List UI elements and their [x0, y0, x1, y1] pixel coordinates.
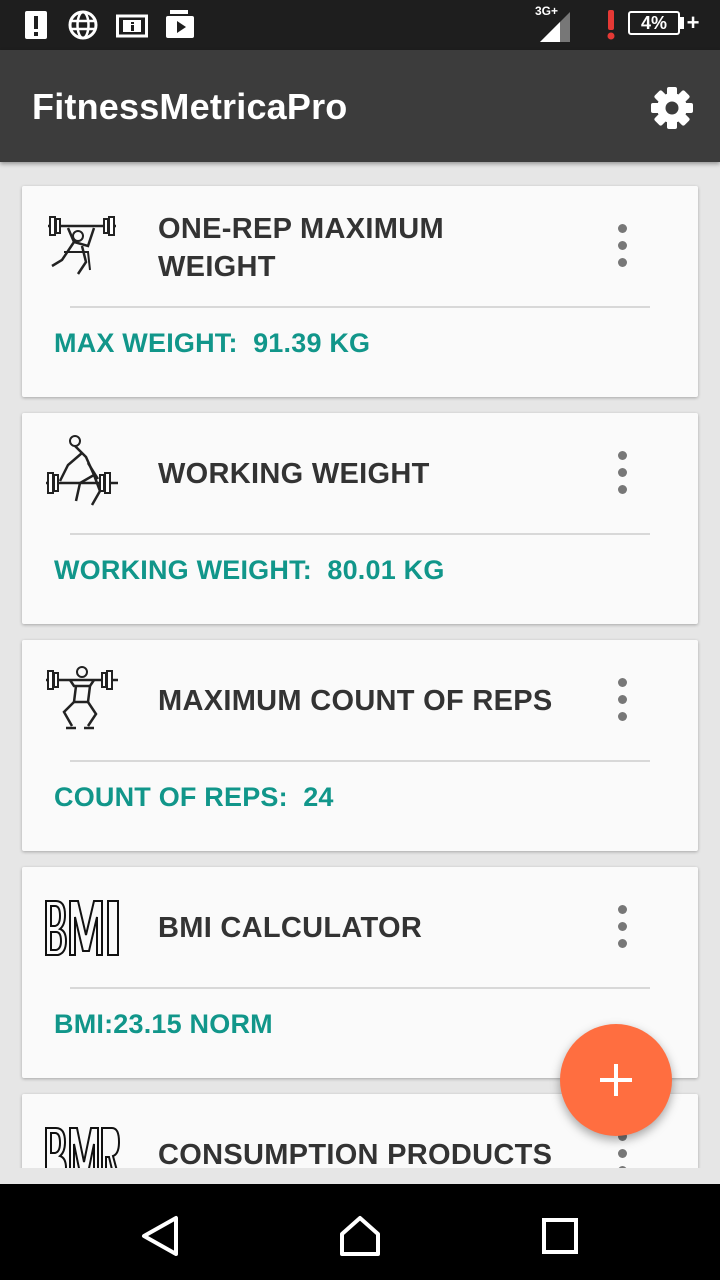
warning-icon: [607, 10, 615, 40]
more-vert-dot: [617, 451, 627, 460]
more-options-button[interactable]: [610, 1132, 634, 1168]
charging-icon: +: [686, 10, 700, 35]
navigation-bar: [0, 1184, 720, 1280]
app-title: FitnessMetricaPro: [32, 86, 348, 127]
squat-icon: [46, 666, 118, 730]
home-button[interactable]: [336, 1212, 384, 1260]
card-title: WORKING WEIGHT: [158, 458, 430, 490]
bmi-logo-icon: [45, 900, 119, 956]
deadlift-icon: [46, 435, 118, 506]
more-options-button[interactable]: [610, 678, 634, 726]
more-options-button[interactable]: [610, 224, 634, 272]
add-icon: [600, 1064, 632, 1096]
more-vert-dot: [617, 485, 627, 494]
status-bar: 3G+ 4% +: [0, 0, 720, 50]
back-button[interactable]: [136, 1212, 184, 1260]
card-working-weight[interactable]: WORKING WEIGHT WORKING WEIGHT: 80.01 KG: [22, 413, 698, 624]
more-vert-dot: [617, 922, 627, 931]
signal-icon: [540, 12, 570, 42]
recents-icon: [542, 1218, 578, 1254]
more-options-button[interactable]: [610, 451, 634, 499]
more-vert-dot: [617, 712, 627, 721]
home-icon: [340, 1216, 380, 1256]
more-options-button[interactable]: [610, 905, 634, 953]
card-one-rep-max[interactable]: ONE-REP MAXIMUM WEIGHT MAX WEIGHT: 91.39…: [22, 186, 698, 397]
divider: [70, 533, 650, 535]
card-value: WORKING WEIGHT: 80.01 KG: [54, 555, 445, 585]
more-vert-dot: [617, 695, 627, 704]
back-icon: [142, 1216, 178, 1256]
app-bar: FitnessMetricaPro: [0, 50, 720, 162]
bench-press-icon: [48, 216, 116, 275]
globe-icon: [68, 10, 98, 40]
recents-button[interactable]: [536, 1212, 584, 1260]
card-title: ONE-REP MAXIMUM WEIGHT: [158, 213, 444, 283]
divider: [70, 306, 650, 308]
more-vert-dot: [617, 468, 627, 477]
more-vert-dot: [617, 1166, 627, 1168]
add-button[interactable]: [560, 1024, 672, 1136]
gear-icon: [651, 87, 693, 129]
card-value: BMI:23.15 NORM: [54, 1009, 273, 1039]
settings-button[interactable]: [648, 84, 696, 132]
more-vert-dot: [617, 1149, 627, 1158]
more-vert-dot: [617, 241, 627, 250]
more-vert-dot: [617, 678, 627, 687]
card-title: CONSUMPTION PRODUCTS: [158, 1139, 553, 1168]
divider: [70, 760, 650, 762]
card-title: MAXIMUM COUNT OF REPS: [158, 685, 553, 717]
card-value: MAX WEIGHT: 91.39 KG: [54, 328, 371, 358]
more-vert-dot: [617, 258, 627, 267]
card-list[interactable]: ONE-REP MAXIMUM WEIGHT MAX WEIGHT: 91.39…: [0, 162, 720, 1168]
more-vert-dot: [617, 905, 627, 914]
divider: [70, 987, 650, 989]
card-max-reps[interactable]: MAXIMUM COUNT OF REPS COUNT OF REPS: 24: [22, 640, 698, 851]
more-vert-dot: [617, 939, 627, 948]
card-value: COUNT OF REPS: 24: [54, 782, 334, 812]
info-card-icon: [116, 14, 148, 38]
bmr-logo-icon: [45, 1127, 121, 1168]
battery-icon: 4%: [628, 11, 680, 35]
media-icon: [166, 10, 194, 38]
battery-percent: 4%: [640, 13, 667, 33]
more-vert-dot: [617, 224, 627, 233]
card-title: BMI CALCULATOR: [158, 912, 423, 944]
alert-icon: [25, 11, 47, 39]
